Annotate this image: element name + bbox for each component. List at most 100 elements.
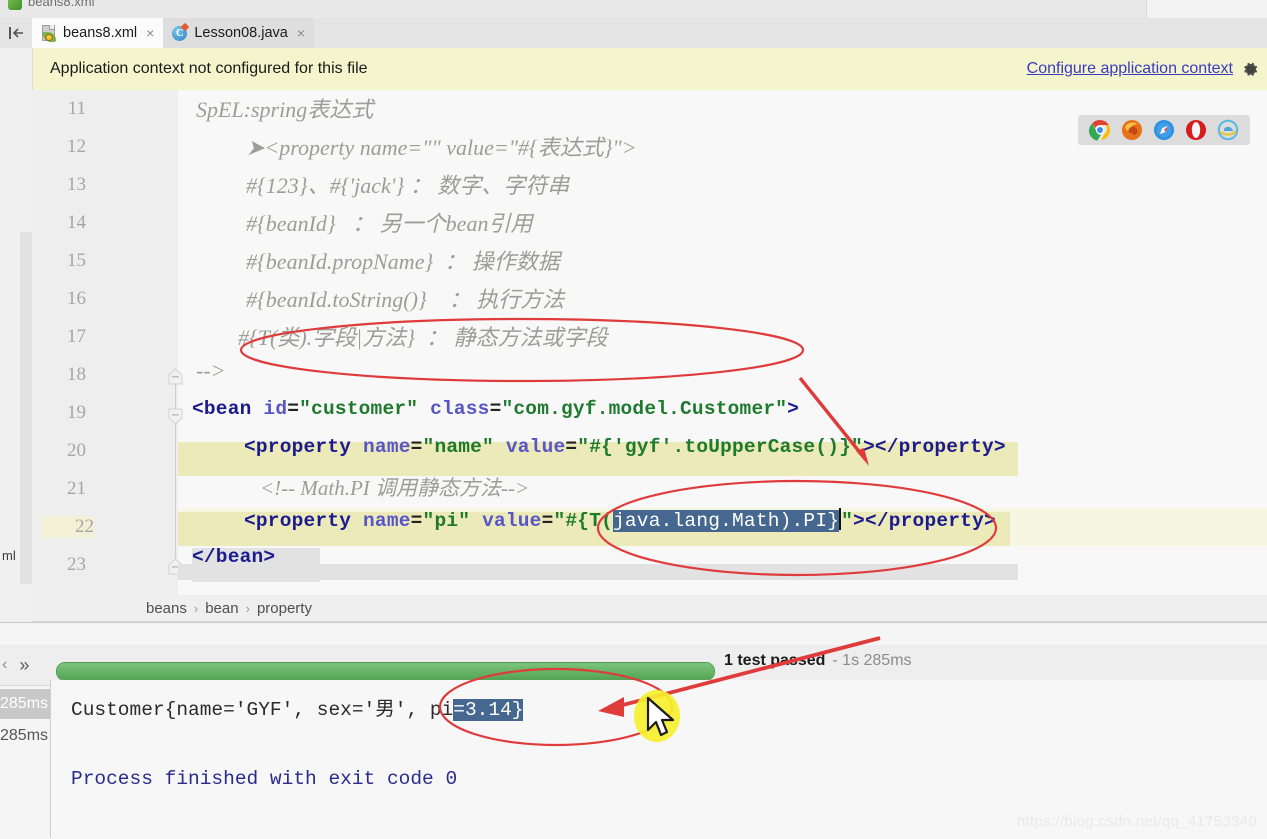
comment-line-13: #{123}、#{'jack'} ： 数字、字符串: [246, 173, 570, 198]
firefox-icon[interactable]: [1121, 119, 1143, 141]
line-number: 16: [67, 288, 86, 309]
watermark: https://blog.csdn.net/qq_41753340: [1016, 813, 1257, 830]
console-line-process-finished: Process finished with exit code 0: [71, 768, 458, 790]
configure-application-context-link[interactable]: Configure application context: [1027, 60, 1233, 78]
test-duration: - 1s 285ms: [832, 652, 912, 669]
line20-attr1-value: "name": [422, 436, 494, 458]
code-line-19: <bean id="customer" class="com.gyf.model…: [192, 398, 800, 420]
comment-line-11: SpEL:spring表达式: [196, 97, 374, 122]
gear-icon[interactable]: [1242, 61, 1259, 78]
line-number-current: 22: [42, 516, 94, 538]
breadcrumb-item-property[interactable]: property: [257, 600, 312, 617]
line-number: 17: [67, 326, 86, 347]
line22-selected-expression: java.lang.Math).PI}: [613, 510, 840, 532]
code-line-20: <property name="name" value="#{'gyf'.toU…: [244, 436, 1006, 458]
line-number: 23: [67, 554, 86, 575]
line20-closing-tag: </property>: [874, 436, 1006, 458]
tab-label: Lesson08.java: [194, 25, 288, 41]
console-text: Customer{name='GYF', sex='男', pi: [71, 699, 454, 721]
line22-closing-tag: </property>: [864, 510, 996, 532]
line22-tag-close: >: [853, 510, 865, 532]
line19-attr1-name: id: [263, 398, 288, 420]
breadcrumb-separator-icon: ›: [245, 600, 250, 616]
close-icon[interactable]: ×: [297, 25, 305, 41]
tab-lesson08-java[interactable]: C Lesson08.java ×: [163, 18, 315, 48]
line22-attr2-name: value: [482, 510, 542, 532]
line-number: 21: [67, 478, 86, 499]
code-line-22: <property name="pi" value="#{T(java.lang…: [244, 508, 996, 532]
comment-line-12: ➤<property name="" value="#{表达式}">: [246, 135, 637, 160]
test-tree-item[interactable]: 285ms: [0, 689, 50, 719]
line-number: 20: [67, 440, 86, 461]
safari-icon[interactable]: [1153, 119, 1175, 141]
code-editor[interactable]: 11 12 13 14 15 16 17 18 19 20 21 22 23 S…: [32, 90, 1267, 595]
double-chevron-right-icon[interactable]: »: [19, 655, 29, 676]
collapse-sidebar-icon[interactable]: [6, 22, 28, 44]
line19-tag-close: >: [787, 398, 800, 420]
breadcrumb-separator-icon: ›: [193, 600, 199, 616]
banner-message: Application context not configured for t…: [50, 60, 368, 77]
comment-line-18: -->: [196, 358, 226, 383]
line-number: 12: [67, 136, 86, 157]
arrow-left-icon[interactable]: ‹: [2, 656, 7, 674]
line-number: 15: [67, 250, 86, 271]
line19-tag-open: <bean: [192, 398, 252, 420]
window-controls-area: [1146, 0, 1267, 18]
tab-list: beans8.xml × C Lesson08.java ×: [32, 18, 315, 48]
line20-tag-open: <property: [244, 436, 352, 458]
line22-value-suffix: ": [841, 510, 854, 532]
editor-tab-bar: beans8.xml × C Lesson08.java ×: [0, 18, 1267, 48]
tab-beans8-xml[interactable]: beans8.xml ×: [32, 18, 164, 48]
breadcrumb: beans › bean › property: [146, 595, 312, 621]
banner-actions: Configure application context: [1027, 60, 1267, 78]
line20-attr1-name: name: [363, 436, 411, 458]
console-selected-text: =3.14}: [453, 699, 524, 721]
comment-line-16: #{beanId.toString()} ： 执行方法: [246, 287, 565, 312]
console-line-customer: Customer{name='GYF', sex='男', pi=3.14}: [71, 692, 524, 721]
open-in-browser-strip: [1078, 115, 1250, 145]
breadcrumb-item-beans[interactable]: beans: [146, 600, 187, 617]
window-top-strip: beans8.xml: [0, 0, 1267, 19]
line22-value-prefix: "#{T(: [553, 510, 613, 532]
test-progress-bar: [56, 662, 715, 681]
left-rail-label: ml: [2, 548, 16, 563]
editor-gutter[interactable]: 11 12 13 14 15 16 17 18 19 20 21 22 23: [32, 90, 178, 595]
line19-attr1-value: "customer": [299, 398, 419, 420]
line-number: 18: [67, 364, 86, 385]
comment-line-21: <!-- Math.PI 调用静态方法-->: [260, 476, 530, 500]
breadcrumb-item-bean[interactable]: bean: [205, 600, 238, 617]
line22-attr1-name: name: [363, 510, 411, 532]
xml-file-icon: [40, 24, 57, 42]
line19-attr2-name: class: [430, 398, 490, 420]
line20-tag-close: >: [862, 436, 875, 458]
comment-line-17: #{T(类).字段|方法} ： 静态方法或字段: [238, 325, 608, 350]
test-tree-item[interactable]: 285ms: [0, 721, 50, 751]
opera-icon[interactable]: [1185, 119, 1207, 141]
mouse-cursor-icon: [646, 696, 675, 737]
chrome-icon[interactable]: [1088, 119, 1111, 141]
code-line-23: </bean>: [192, 546, 276, 568]
line20-attr2-name: value: [505, 436, 566, 458]
line20-attr2-value: "#{'gyf'.toUpperCase()}": [577, 436, 863, 458]
internet-explorer-icon[interactable]: [1217, 119, 1239, 141]
test-tree[interactable]: 285ms 285ms: [0, 689, 50, 759]
line-number: 11: [67, 98, 86, 119]
java-class-icon: C: [171, 22, 190, 42]
ghost-file-icon: [8, 0, 22, 10]
code-text-area[interactable]: SpEL:spring表达式 ➤<property name="" value=…: [178, 90, 1267, 595]
line22-attr1-value: "pi": [422, 510, 471, 532]
line-number: 14: [67, 212, 86, 233]
line19-attr2-value: "com.gyf.model.Customer": [501, 398, 788, 420]
close-icon[interactable]: ×: [146, 25, 154, 41]
comment-line-14: #{beanId} ： 另一个bean引用: [246, 211, 533, 236]
test-status-text: 1 test passed: [724, 652, 826, 669]
tab-label: beans8.xml: [63, 25, 138, 41]
ghost-tab-label: beans8.xml: [28, 0, 95, 9]
ide-window: beans8.xml beans8.xml × C Lesson08.java …: [0, 0, 1267, 839]
test-progress-fill: [57, 663, 714, 680]
line-number: 19: [67, 402, 86, 423]
application-context-banner: Application context not configured for t…: [32, 48, 1267, 91]
test-status: 1 test passed - 1s 285ms: [724, 652, 912, 670]
comment-line-15: #{beanId.propName} ： 操作数据: [246, 249, 560, 274]
line-number: 13: [67, 174, 86, 195]
